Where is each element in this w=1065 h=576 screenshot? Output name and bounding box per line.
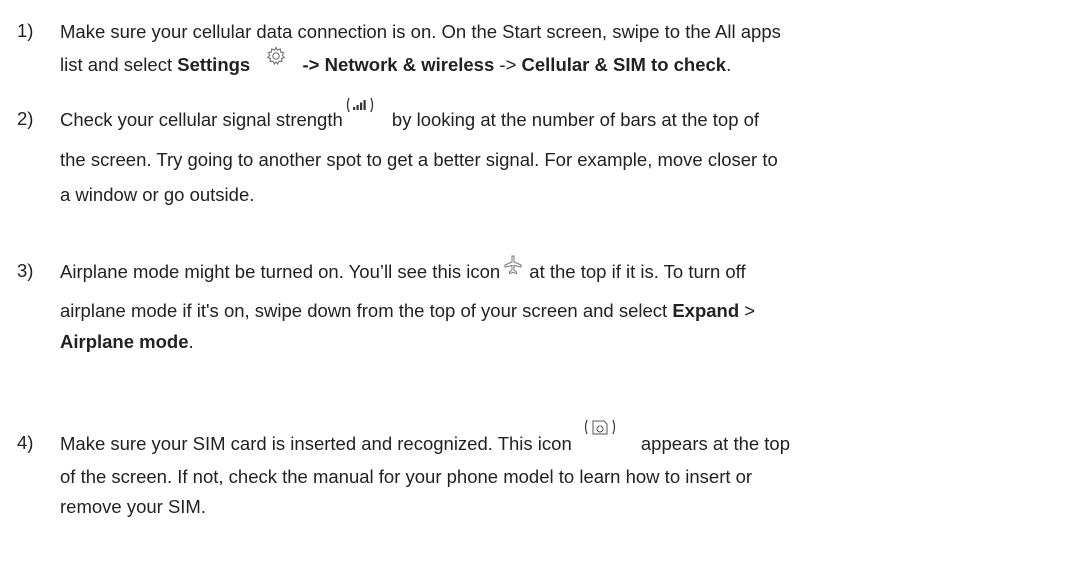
step-1-line-1: Make sure your cellular data connection …	[60, 21, 781, 42]
step-2-line-3: a window or go outside.	[60, 184, 255, 205]
signal-bars-icon	[345, 96, 375, 114]
step-4-line-2: of the screen. If not, check the manual …	[60, 466, 753, 487]
step-3-line-1: Airplane mode might be turned on. You’ll…	[60, 255, 746, 284]
cellular-sim-label: Cellular & SIM to check	[521, 54, 727, 75]
step-number: 3)	[17, 260, 34, 281]
step-number: 1)	[17, 20, 34, 41]
step-1-line-2: list and select Settings -> Network & wi…	[60, 46, 731, 77]
airplane-icon	[504, 255, 522, 275]
expand-label: Expand	[672, 300, 740, 321]
sim-card-icon	[582, 418, 618, 438]
settings-label: Settings	[177, 54, 251, 75]
step-4-line-3: remove your SIM.	[60, 496, 206, 517]
network-wireless-label: Network & wireless	[324, 54, 495, 75]
instructions-document: 1) Make sure your cellular data connecti…	[0, 0, 1065, 576]
step-4-line-1: Make sure your SIM card is inserted and …	[60, 419, 790, 456]
airplane-mode-label: Airplane mode	[60, 331, 189, 352]
step-2-line-1: Check your cellular signal strength by l…	[60, 97, 759, 132]
gear-icon	[265, 45, 287, 67]
step-number: 2)	[17, 108, 34, 129]
step-3-line-3: Airplane mode.	[60, 331, 194, 352]
step-3-line-2: airplane mode if it's on, swipe down fro…	[60, 300, 756, 321]
step-number: 4)	[17, 432, 34, 453]
step-2-line-2: the screen. Try going to another spot to…	[60, 149, 778, 170]
